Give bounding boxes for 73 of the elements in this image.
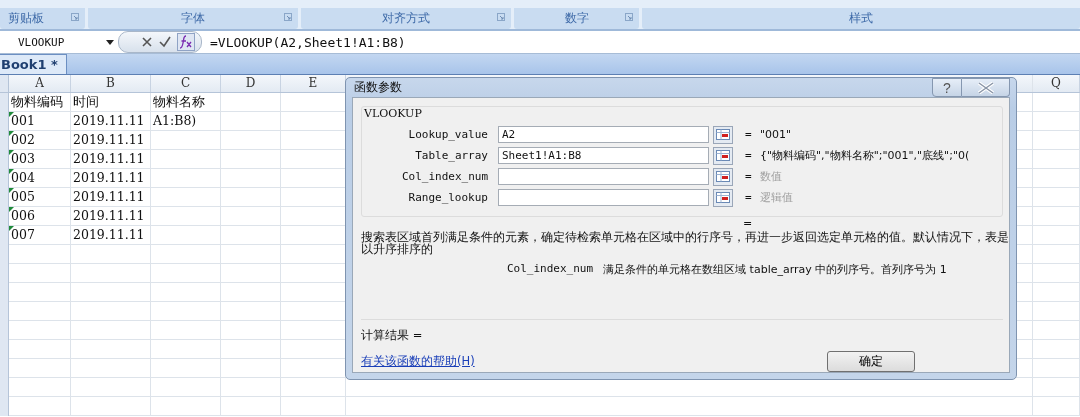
ribbon-group-label: 样式 xyxy=(849,10,873,27)
table-cell[interactable]: A1:B8) xyxy=(151,112,221,131)
table-cell[interactable]: 006 xyxy=(9,207,71,226)
dialog-title: 函数参数 xyxy=(354,79,402,96)
cell-text: A1:B8) xyxy=(153,113,197,128)
name-box[interactable]: VLOOKUP xyxy=(0,32,118,52)
cell-text: 2019.11.11 xyxy=(73,208,145,223)
cell-text: 001 xyxy=(11,113,35,128)
cell-text: 时间 xyxy=(73,94,99,109)
argument-name: Col_index_num xyxy=(507,262,594,277)
table-cell[interactable]: 005 xyxy=(9,188,71,207)
cell-text: 2019.11.11 xyxy=(73,227,145,242)
column-header[interactable]: D xyxy=(221,75,281,92)
argument-description: 满足条件的单元格在数组区域 table_array 中的列序号。首列序号为 1 xyxy=(603,262,947,277)
table-cell[interactable]: 物料名称 xyxy=(151,93,221,112)
argument-field[interactable]: A2 xyxy=(498,126,709,143)
cell-text: 003 xyxy=(11,151,35,166)
cell-text: 005 xyxy=(11,189,35,204)
table-cell[interactable]: 时间 xyxy=(71,93,151,112)
cell-text: 物料编码 xyxy=(11,94,63,109)
table-cell[interactable]: 004 xyxy=(9,169,71,188)
equals-sign: = xyxy=(745,128,753,141)
table-cell[interactable]: 2019.11.11 xyxy=(71,226,151,245)
ribbon-group-label: 对齐方式 xyxy=(382,10,430,27)
table-cell[interactable]: 2019.11.11 xyxy=(71,150,151,169)
equals-sign: = xyxy=(745,170,753,183)
argument-result: 数值 xyxy=(760,169,782,184)
table-cell[interactable]: 002 xyxy=(9,131,71,150)
table-cell[interactable]: 2019.11.11 xyxy=(71,131,151,150)
argument-label: Table_array xyxy=(414,149,489,162)
column-header[interactable]: A xyxy=(9,75,71,92)
argument-result: "001" xyxy=(760,128,792,141)
cell-text: 004 xyxy=(11,170,35,185)
formula-result: 计算结果 = xyxy=(361,328,424,343)
cell-text: 2019.11.11 xyxy=(73,113,145,128)
table-cell[interactable]: 2019.11.11 xyxy=(71,188,151,207)
column-header[interactable]: C xyxy=(151,75,221,92)
workbook-tab[interactable]: Book1 * xyxy=(0,54,67,74)
table-cell[interactable]: 001 xyxy=(9,112,71,131)
ribbon-group-label: 数字 xyxy=(564,10,589,27)
cell-text: 物料名称 xyxy=(153,94,205,109)
cell-text: 2019.11.11 xyxy=(73,151,145,166)
argument-result: 逻辑值 xyxy=(760,190,793,205)
argument-field[interactable]: Sheet1!A1:B8 xyxy=(498,147,709,164)
argument-result: {"物料编码","物料名称";"001","底线";"0( xyxy=(760,148,970,163)
table-cell[interactable]: 物料编码 xyxy=(9,93,71,112)
cell-text: 2019.11.11 xyxy=(73,170,145,185)
column-header[interactable]: B xyxy=(71,75,151,92)
function-name: VLOOKUP xyxy=(363,107,423,120)
ok-button[interactable]: 确定 xyxy=(827,351,915,372)
cell-text: 2019.11.11 xyxy=(73,132,145,147)
ribbon-group-label: 剪贴板 xyxy=(8,10,44,27)
help-link[interactable]: 有关该函数的帮助(H) xyxy=(361,354,475,369)
cell-text: 007 xyxy=(11,227,35,242)
equals-sign: = xyxy=(745,149,753,162)
table-cell[interactable]: 2019.11.11 xyxy=(71,112,151,131)
argument-label: Range_lookup xyxy=(407,191,489,204)
column-header[interactable]: Q xyxy=(1033,75,1080,92)
cell-text: 002 xyxy=(11,132,35,147)
table-cell[interactable]: 007 xyxy=(9,226,71,245)
table-cell[interactable]: 2019.11.11 xyxy=(71,207,151,226)
formula-field[interactable]: =VLOOKUP(A2,Sheet1!A1:B8) xyxy=(210,34,406,50)
cell-text: 006 xyxy=(11,208,35,223)
table-cell[interactable]: 003 xyxy=(9,150,71,169)
help-button[interactable]: ? xyxy=(932,78,962,97)
equals-sign: = xyxy=(745,191,753,204)
function-description: 搜索表区域首列满足条件的元素，确定待检索单元格在区域中的行序号，再进一步返回选定单元格的值。默认情况下，表是以升序排序的 xyxy=(361,231,1010,255)
argument-label: Col_index_num xyxy=(400,170,489,183)
argument-label: Lookup_value xyxy=(407,128,489,141)
ribbon-group-label: 字体 xyxy=(181,10,205,27)
equals-sign: = xyxy=(743,217,754,231)
table-cell[interactable]: 2019.11.11 xyxy=(71,169,151,188)
cell-text: 2019.11.11 xyxy=(73,189,145,204)
